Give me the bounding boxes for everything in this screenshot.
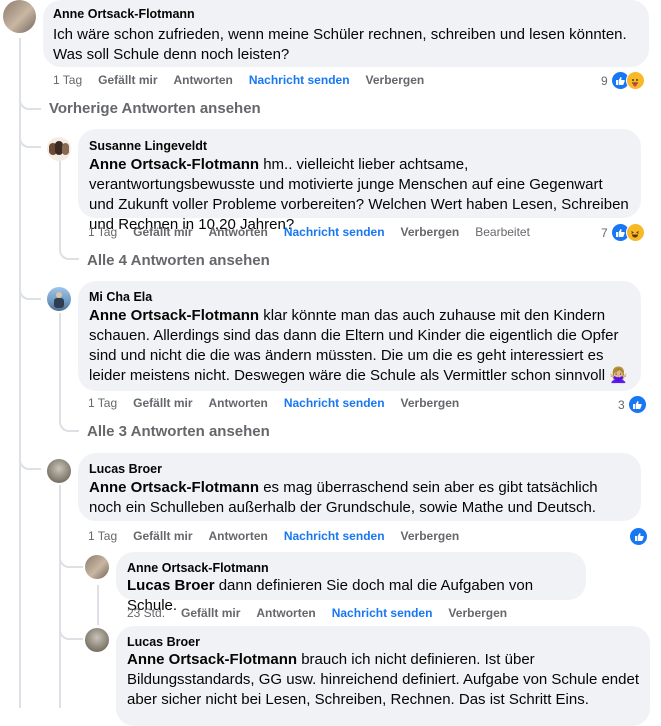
comment-actions: 23 Std. Gefällt mir Antworten Nachricht sen… xyxy=(127,606,523,620)
comment-author[interactable]: Anne Ortsack-Flotmann xyxy=(53,6,639,22)
thread-branch xyxy=(19,90,41,110)
view-replies-link[interactable]: Alle 3 Antworten ansehen xyxy=(87,423,270,440)
comment-bubble: Anne Ortsack-Flotmann Lucas Broer dann d… xyxy=(116,552,586,614)
send-message-button[interactable]: Nachricht senden xyxy=(284,396,385,410)
avatar[interactable] xyxy=(3,0,36,33)
hide-button[interactable]: Verbergen xyxy=(401,529,460,543)
comment-bubble: Lucas Broer Anne Ortsack-Flotmann es mag… xyxy=(78,453,641,521)
thread-branch xyxy=(59,412,79,432)
care-emoji-icon xyxy=(625,71,645,90)
timestamp[interactable]: 1 Tag xyxy=(53,73,82,87)
like-button[interactable]: Gefällt mir xyxy=(133,396,192,410)
thread-line-sub xyxy=(59,313,61,423)
reply-button[interactable]: Antworten xyxy=(209,225,268,239)
like-button[interactable]: Gefällt mir xyxy=(98,73,157,87)
comment-text: Anne Ortsack-Flotmann hm.. vielleicht li… xyxy=(89,156,629,233)
avatar[interactable] xyxy=(47,287,71,311)
thread-branch xyxy=(19,280,41,300)
thread-line-sub xyxy=(59,485,61,708)
timestamp[interactable]: 1 Tag xyxy=(88,396,117,410)
comment-text: Ich wäre schon zufrieden, wenn meine Sch… xyxy=(53,26,627,63)
comment-actions: 1 Tag Gefällt mir Antworten Nachricht sende… xyxy=(53,73,440,87)
send-message-button[interactable]: Nachricht senden xyxy=(284,529,385,543)
reaction-summary[interactable]: 3 xyxy=(618,395,647,414)
avatar[interactable] xyxy=(85,555,109,579)
comment-bubble: Lucas Broer Anne Ortsack-Flotmann brauch… xyxy=(116,626,650,726)
comment-text: Anne Ortsack-Flotmann klar könnte man da… xyxy=(89,307,628,384)
like-icon xyxy=(627,395,647,414)
hide-button[interactable]: Verbergen xyxy=(401,396,460,410)
comment-author[interactable]: Susanne Lingeveldt xyxy=(89,138,630,154)
comment-actions: 1 Tag Gefällt mir Antworten Nachricht sende… xyxy=(88,225,546,239)
reply-button[interactable]: Antworten xyxy=(209,396,268,410)
thread-branch xyxy=(19,128,41,148)
comment-bubble: Mi Cha Ela Anne Ortsack-Flotmann klar kö… xyxy=(78,281,641,391)
mention-link[interactable]: Anne Ortsack-Flotmann xyxy=(89,156,259,173)
reaction-summary[interactable] xyxy=(629,527,648,546)
mention-link[interactable]: Anne Ortsack-Flotmann xyxy=(127,651,297,668)
comment-actions: 1 Tag Gefällt mir Antworten Nachricht sende… xyxy=(88,396,475,410)
send-message-button[interactable]: Nachricht senden xyxy=(249,73,350,87)
timestamp[interactable]: 23 Std. xyxy=(127,606,165,620)
reply-button[interactable]: Antworten xyxy=(209,529,268,543)
hide-button[interactable]: Verbergen xyxy=(366,73,425,87)
send-message-button[interactable]: Nachricht senden xyxy=(284,225,385,239)
thread-branch xyxy=(59,622,83,640)
reply-button[interactable]: Antworten xyxy=(174,73,233,87)
send-message-button[interactable]: Nachricht senden xyxy=(332,606,433,620)
like-button[interactable]: Gefällt mir xyxy=(133,529,192,543)
thread-branch xyxy=(59,240,79,260)
timestamp[interactable]: 1 Tag xyxy=(88,225,117,239)
comment-actions: 1 Tag Gefällt mir Antworten Nachricht sende… xyxy=(88,529,475,543)
avatar[interactable] xyxy=(85,628,109,652)
avatar[interactable] xyxy=(47,459,71,483)
comment-bubble: Susanne Lingeveldt Anne Ortsack-Flotmann… xyxy=(78,129,641,233)
comment-author[interactable]: Anne Ortsack-Flotmann xyxy=(127,560,575,576)
previous-replies-link[interactable]: Vorherige Antworten ansehen xyxy=(49,100,261,117)
comment-author[interactable]: Mi Cha Ela xyxy=(89,289,630,305)
reaction-count: 9 xyxy=(601,73,608,88)
hide-button[interactable]: Verbergen xyxy=(401,225,460,239)
thread-line-sub xyxy=(59,160,61,250)
haha-emoji-icon xyxy=(625,223,645,242)
comment-bubble: Anne Ortsack-Flotmann Ich wäre schon zuf… xyxy=(43,0,649,67)
thread-branch xyxy=(59,550,83,568)
timestamp[interactable]: 1 Tag xyxy=(88,529,117,543)
reaction-summary[interactable]: 9 xyxy=(601,71,645,90)
edited-label[interactable]: Bearbeitet xyxy=(475,225,530,239)
reaction-count: 7 xyxy=(601,225,608,240)
like-button[interactable]: Gefällt mir xyxy=(133,225,192,239)
comment-text: Anne Ortsack-Flotmann brauch ich nicht d… xyxy=(127,651,639,708)
view-replies-link[interactable]: Alle 4 Antworten ansehen xyxy=(87,252,270,269)
comment-author[interactable]: Lucas Broer xyxy=(127,634,639,650)
comment-text: Anne Ortsack-Flotmann es mag überraschen… xyxy=(89,479,598,516)
mention-link[interactable]: Lucas Broer xyxy=(127,577,215,594)
avatar[interactable] xyxy=(47,137,71,161)
mention-link[interactable]: Anne Ortsack-Flotmann xyxy=(89,479,259,496)
mention-link[interactable]: Anne Ortsack-Flotmann xyxy=(89,307,259,324)
reply-button[interactable]: Antworten xyxy=(256,606,315,620)
reaction-count: 3 xyxy=(618,397,625,412)
like-icon xyxy=(629,527,648,546)
reaction-summary[interactable]: 7 xyxy=(601,223,645,242)
hide-button[interactable]: Verbergen xyxy=(448,606,507,620)
thread-line-sub xyxy=(97,585,99,625)
thread-branch xyxy=(19,450,41,470)
like-button[interactable]: Gefällt mir xyxy=(181,606,240,620)
comment-author[interactable]: Lucas Broer xyxy=(89,461,630,477)
